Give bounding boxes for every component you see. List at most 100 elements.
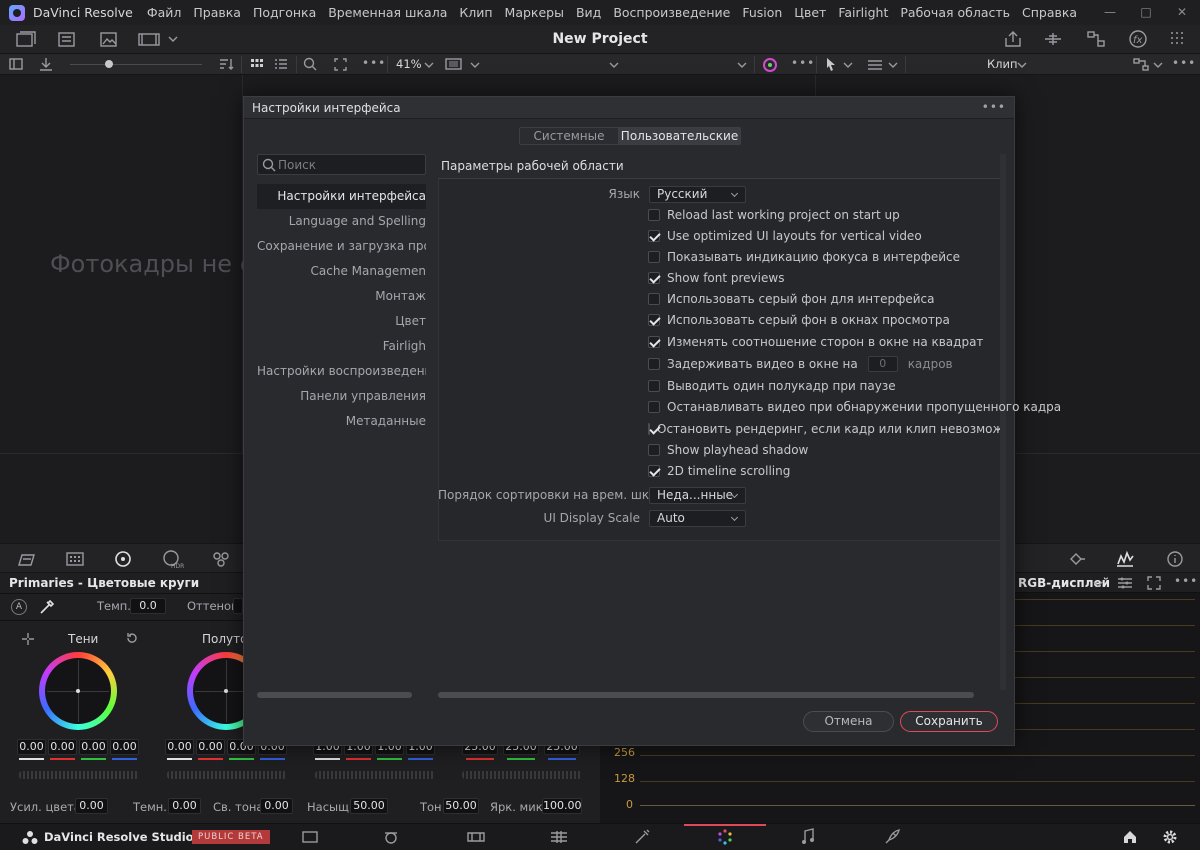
grid-view-icon[interactable] [250, 58, 264, 70]
menu-playback[interactable]: Воспроизведение [607, 0, 736, 25]
shadows-r[interactable]: 0.00 [48, 739, 77, 755]
auto-balance-icon[interactable]: A [11, 599, 27, 615]
color-match-icon[interactable] [65, 550, 85, 568]
camera-raw-icon[interactable] [16, 550, 38, 568]
chevron-down-icon[interactable] [470, 61, 480, 69]
menu-fusion[interactable]: Fusion [736, 0, 788, 25]
checkbox[interactable] [648, 380, 660, 392]
option-playhead-shadow[interactable]: Show playhead shadow [648, 440, 808, 460]
stills-icon[interactable] [99, 31, 119, 48]
shadows-y[interactable]: 0.00 [17, 739, 46, 755]
save-button[interactable]: Сохранить [900, 711, 998, 732]
cut-page-icon[interactable] [382, 829, 400, 845]
dialog-more-icon[interactable]: ••• [982, 100, 1006, 114]
midtones-r[interactable]: 0.00 [196, 739, 225, 755]
list-view-icon[interactable] [274, 58, 288, 70]
viewer-mode-icon[interactable] [445, 58, 463, 71]
more-icon[interactable]: ••• [1174, 574, 1198, 588]
shadows-wheel[interactable] [39, 652, 117, 730]
menu-view[interactable]: Вид [570, 0, 607, 25]
saturation-value[interactable]: 50.00 [350, 798, 388, 814]
midtones-jog-wheel[interactable] [167, 771, 287, 779]
temp-value[interactable]: 0.0 [130, 598, 166, 614]
option-2d-scrolling[interactable]: 2D timeline scrolling [648, 461, 790, 481]
chevron-down-icon[interactable] [168, 35, 178, 43]
maximize-icon[interactable]: □ [1128, 0, 1164, 25]
cancel-button[interactable]: Отмена [803, 711, 894, 732]
option-stop-dropped[interactable]: Останавливать видео при обнаружении проп… [648, 397, 1061, 417]
node-options-icon[interactable] [1133, 58, 1149, 71]
ui-scale-dropdown[interactable]: Auto [649, 510, 746, 527]
chevron-down-icon[interactable] [737, 61, 747, 69]
chevron-down-icon[interactable] [609, 61, 619, 69]
tab-system[interactable]: Системные [519, 127, 619, 145]
option-gray-viewers[interactable]: Использовать серый фон в окнах просмотра [648, 310, 950, 330]
checkbox[interactable] [648, 336, 660, 348]
chevron-down-icon[interactable] [424, 61, 434, 69]
color-wheel-icon[interactable] [762, 57, 778, 73]
sort-order-dropdown[interactable]: Неда...нные [649, 487, 746, 504]
menu-color[interactable]: Цвет [788, 0, 832, 25]
fusion-page-icon[interactable] [549, 829, 569, 845]
media-pool-icon[interactable] [16, 31, 36, 48]
edit-page-icon[interactable] [466, 829, 486, 845]
shadows-adj-value[interactable]: 0.00 [168, 798, 201, 814]
menu-file[interactable]: Файл [141, 0, 188, 25]
rgb-mixer-icon[interactable] [210, 549, 232, 569]
menu-clip[interactable]: Клип [453, 0, 498, 25]
expand-icon[interactable] [1147, 576, 1161, 590]
chevron-down-icon[interactable] [1153, 61, 1163, 69]
search-icon[interactable] [303, 57, 317, 71]
color-page-icon[interactable] [716, 828, 734, 846]
checkbox[interactable] [648, 293, 660, 305]
midtones-y[interactable]: 0.00 [165, 739, 194, 755]
option-font-previews[interactable]: Show font previews [648, 268, 784, 288]
slider-handle[interactable] [105, 60, 113, 68]
menu-trim[interactable]: Подгонка [247, 0, 322, 25]
nav-control-panels[interactable]: Панели управления [257, 384, 426, 409]
chevron-down-icon[interactable] [1017, 61, 1027, 69]
checkbox[interactable] [648, 358, 660, 370]
panel-toggle-icon[interactable] [9, 58, 23, 71]
home-icon[interactable] [1122, 829, 1138, 844]
import-icon[interactable] [39, 57, 53, 71]
checkbox[interactable] [648, 401, 660, 413]
clips-icon[interactable] [138, 31, 164, 48]
menu-markers[interactable]: Маркеры [499, 0, 570, 25]
color-boost-value[interactable]: 0.00 [75, 798, 108, 814]
scope-settings-icon[interactable] [1117, 576, 1133, 590]
more-icon[interactable]: ••• [362, 56, 386, 70]
checkbox[interactable] [648, 444, 660, 456]
language-dropdown[interactable]: Русский [649, 186, 746, 203]
pointer-icon[interactable] [825, 57, 837, 71]
lum-mix-value[interactable]: 100.00 [542, 798, 582, 814]
hdr-icon[interactable]: HDR [161, 548, 185, 570]
reset-icon[interactable] [125, 631, 139, 645]
offset-jog-wheel[interactable] [462, 771, 582, 779]
menu-fairlight[interactable]: Fairlight [832, 0, 894, 25]
checkbox[interactable] [648, 272, 660, 284]
more-icon[interactable]: ••• [1172, 56, 1196, 70]
minimize-icon[interactable]: — [1092, 0, 1128, 25]
more-icon[interactable]: ••• [791, 56, 815, 70]
menu-timeline[interactable]: Временная шкала [322, 0, 453, 25]
shadows-g[interactable]: 0.00 [79, 739, 108, 755]
option-reload-project[interactable]: Reload last working project on start up [648, 205, 900, 225]
nav-playback[interactable]: Настройки воспроизведения [257, 359, 426, 384]
close-icon[interactable]: ✕ [1164, 0, 1200, 25]
eyedropper-icon[interactable] [38, 599, 56, 615]
horizontal-scrollbar[interactable] [438, 692, 974, 698]
nav-cache[interactable]: Cache Managemen [257, 259, 426, 284]
shadows-jog-wheel[interactable] [19, 771, 139, 779]
nav-project-save-load[interactable]: Сохранение и загрузка проекта [257, 234, 426, 259]
checkbox[interactable] [648, 423, 650, 435]
node-graph-icon[interactable] [1043, 30, 1063, 48]
checkbox[interactable] [648, 465, 660, 477]
hue-value[interactable]: 50.00 [443, 798, 479, 814]
highlights-adj-value[interactable]: 0.00 [260, 798, 293, 814]
fullscreen-icon[interactable] [334, 58, 347, 71]
checkbox[interactable] [648, 314, 660, 326]
nav-fairlight[interactable]: Fairligh [257, 334, 426, 359]
checkbox[interactable] [648, 209, 660, 221]
primaries-wheel-icon[interactable] [113, 549, 133, 569]
